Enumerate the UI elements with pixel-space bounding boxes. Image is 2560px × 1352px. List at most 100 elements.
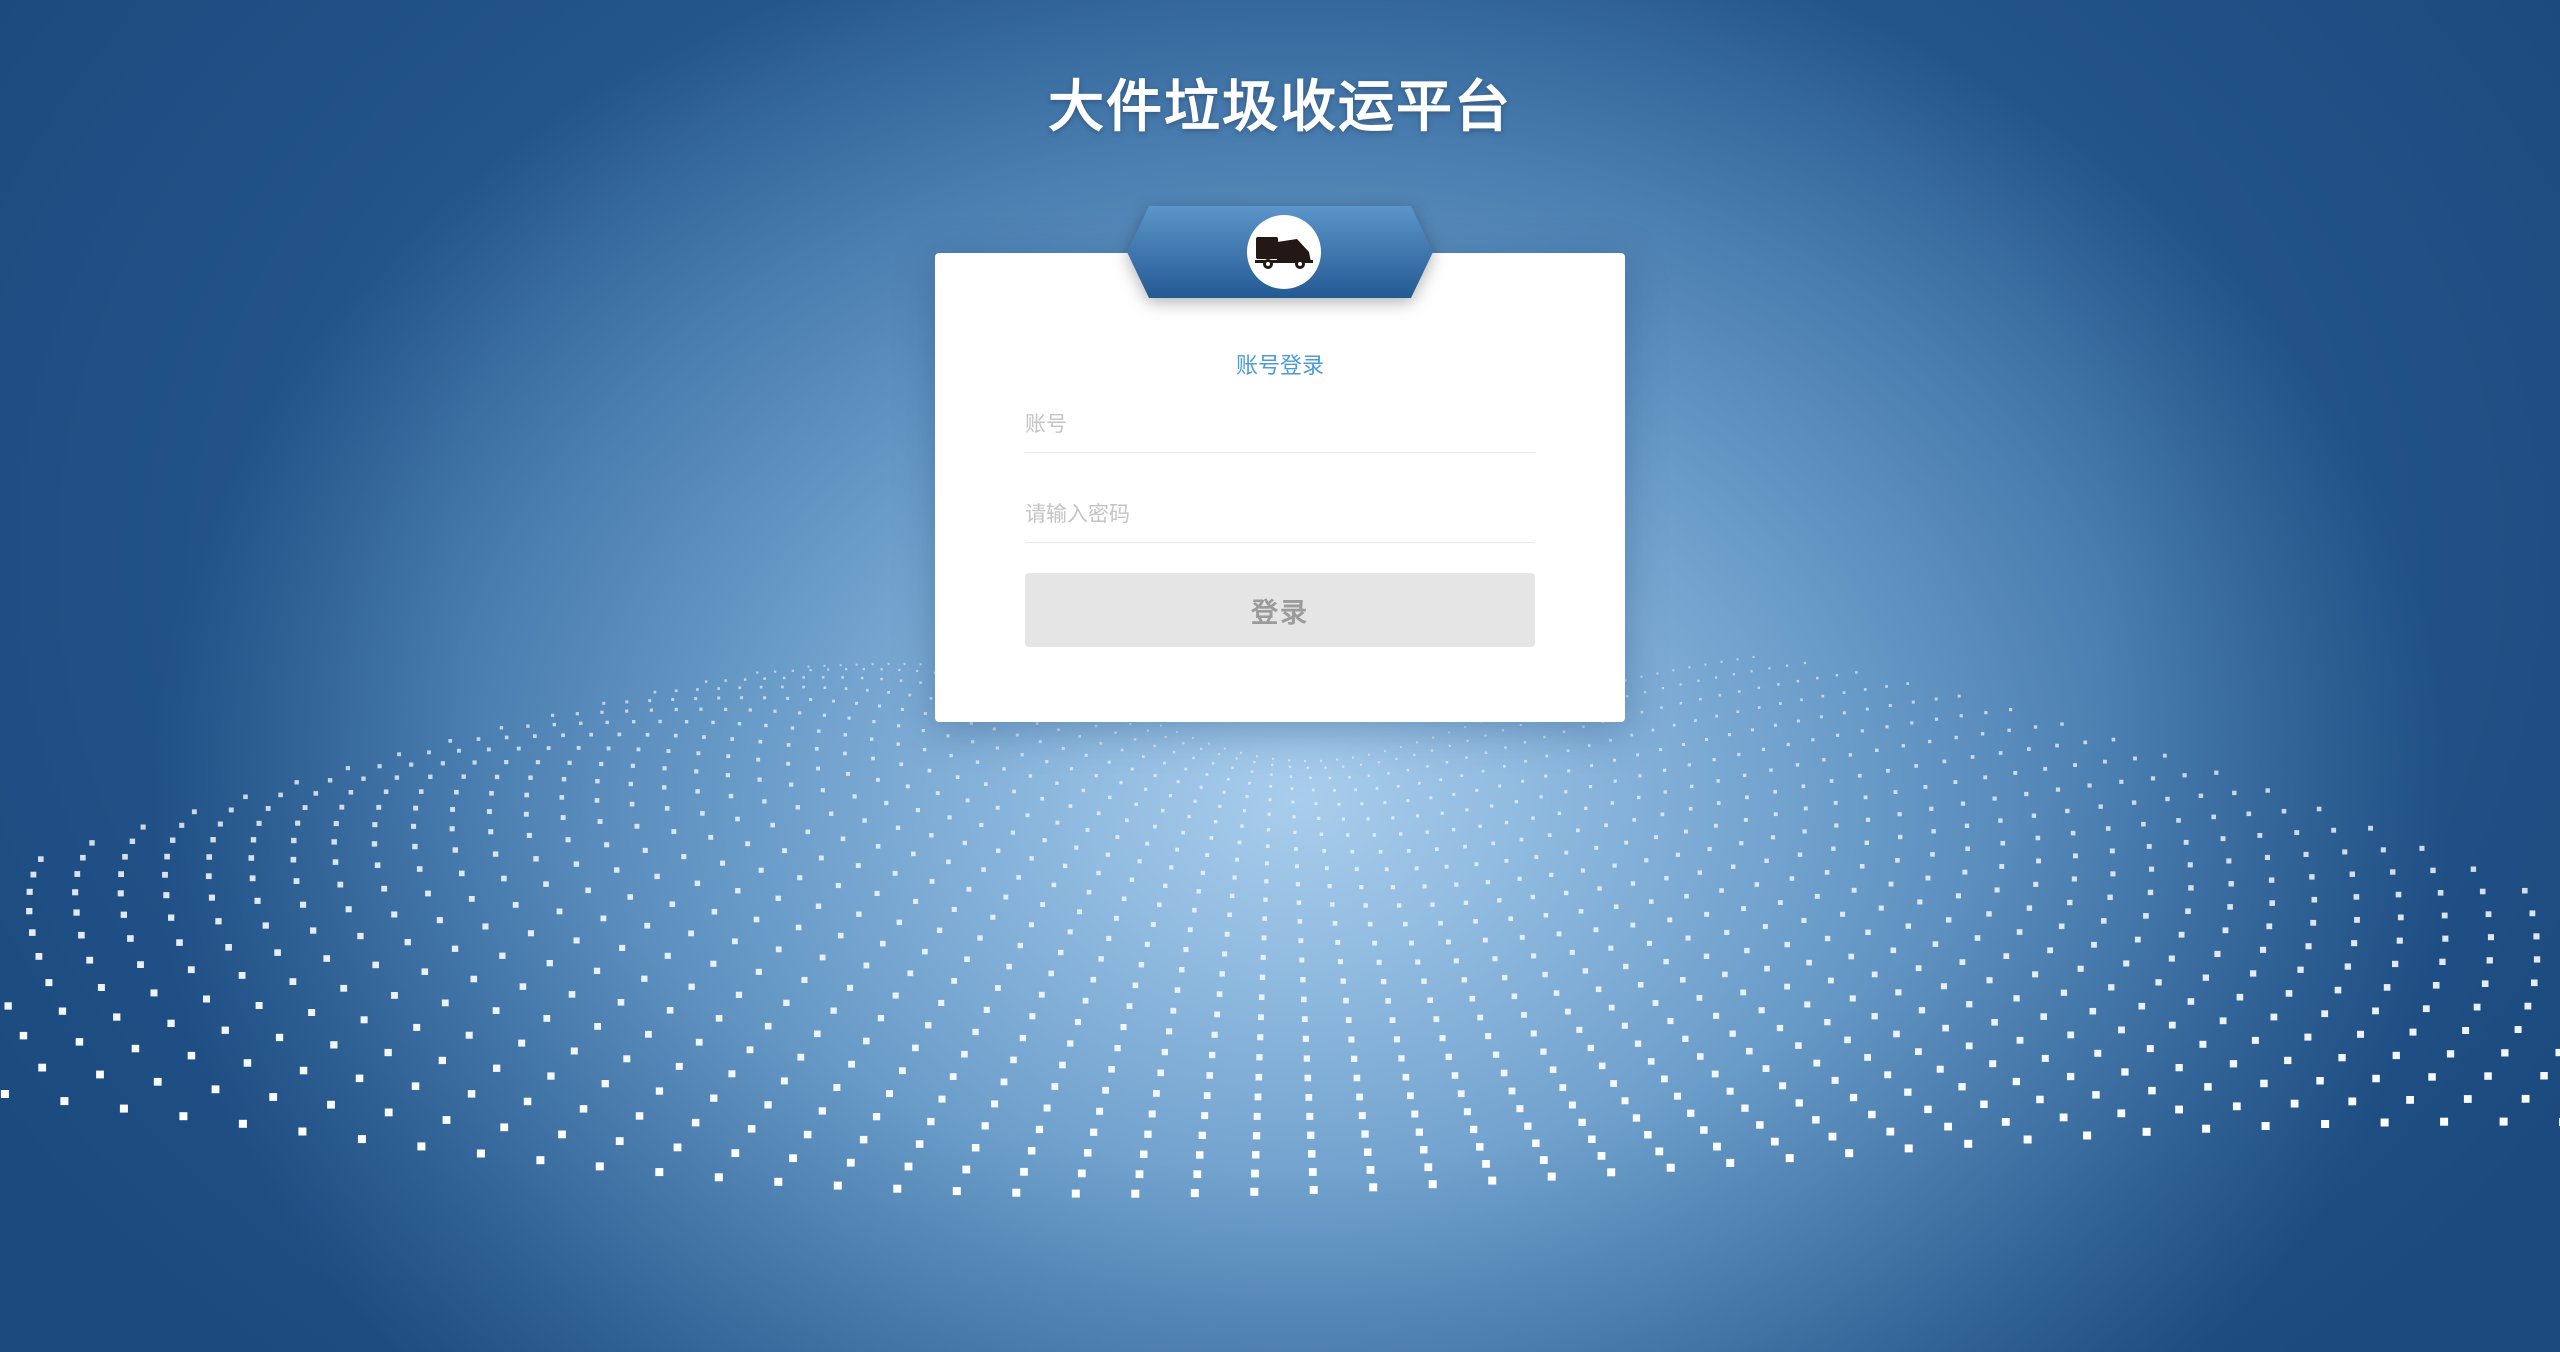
wave-particle xyxy=(1346,833,1350,837)
wave-particle xyxy=(523,811,529,817)
wave-particle xyxy=(1958,1083,1966,1091)
wave-particle xyxy=(1169,865,1174,870)
wave-particle xyxy=(1936,1065,1944,1073)
wave-particle xyxy=(1105,852,1110,857)
wave-particle xyxy=(1209,836,1214,840)
wave-particle xyxy=(2013,995,2020,1002)
wave-particle xyxy=(1206,1072,1213,1079)
wave-particle xyxy=(1992,796,1997,801)
wave-particle xyxy=(1299,957,1305,963)
wave-particle xyxy=(840,836,846,842)
password-input[interactable] xyxy=(1025,486,1535,543)
wave-particle xyxy=(938,1095,946,1103)
wave-particle xyxy=(2246,811,2252,817)
wave-particle xyxy=(1175,731,1178,733)
wave-particle xyxy=(743,678,747,681)
wave-particle xyxy=(1453,958,1459,964)
wave-particle xyxy=(1875,748,1879,752)
wave-particle xyxy=(1724,929,1730,935)
wave-particle xyxy=(1340,978,1346,984)
wave-particle xyxy=(2368,825,2373,831)
wave-particle xyxy=(1314,802,1318,806)
wave-particle xyxy=(1193,1170,1202,1179)
wave-particle xyxy=(1027,1147,1036,1155)
wave-particle xyxy=(1199,785,1203,789)
wave-particle xyxy=(1859,864,1865,869)
wave-particle xyxy=(966,886,972,892)
wave-particle xyxy=(1055,781,1059,785)
wave-particle xyxy=(238,1119,247,1128)
wave-particle xyxy=(60,1097,69,1106)
wave-particle xyxy=(372,961,379,969)
wave-particle xyxy=(120,911,127,918)
wave-particle xyxy=(961,1050,968,1058)
wave-particle xyxy=(2110,871,2116,877)
wave-particle xyxy=(1260,954,1266,960)
wave-particle xyxy=(516,746,521,751)
wave-particle xyxy=(2499,1117,2508,1126)
wave-particle xyxy=(2269,900,2275,906)
wave-particle xyxy=(2123,960,2130,967)
wave-particle xyxy=(1851,887,1857,893)
wave-particle xyxy=(1962,869,1968,875)
wave-particle xyxy=(1193,799,1197,803)
wave-particle xyxy=(1307,1131,1315,1139)
login-button[interactable]: 登录 xyxy=(1025,573,1535,647)
wave-particle xyxy=(1354,867,1359,872)
wave-particle xyxy=(1608,1004,1615,1011)
wave-particle xyxy=(425,890,431,897)
wave-particle xyxy=(2229,1060,2238,1068)
page-title: 大件垃圾收运平台 xyxy=(1048,75,1512,140)
wave-particle xyxy=(500,1123,509,1132)
wave-particle xyxy=(605,720,609,725)
wave-particle xyxy=(2098,804,2103,809)
wave-particle xyxy=(1649,899,1654,904)
wave-particle xyxy=(1562,730,1566,734)
wave-particle xyxy=(1679,702,1683,705)
wave-particle xyxy=(1640,675,1643,678)
account-input[interactable] xyxy=(1025,396,1535,453)
wave-particle xyxy=(1252,1132,1261,1140)
wave-particle xyxy=(1871,1013,1878,1020)
wave-particle xyxy=(1769,768,1773,772)
wave-particle xyxy=(1663,958,1669,965)
wave-particle xyxy=(1492,1051,1500,1058)
wave-particle xyxy=(1035,722,1039,725)
wave-particle xyxy=(1261,935,1267,941)
wave-particle xyxy=(1684,829,1688,834)
wave-particle xyxy=(1842,691,1846,694)
wave-particle xyxy=(1580,868,1585,873)
wave-particle xyxy=(1157,902,1162,908)
wave-particle xyxy=(1217,753,1221,756)
wave-particle xyxy=(1624,840,1629,845)
wave-particle xyxy=(1543,913,1549,918)
wave-particle xyxy=(818,1107,826,1115)
wave-particle xyxy=(684,720,689,724)
wave-particle xyxy=(2187,862,2193,868)
wave-particle xyxy=(1482,1160,1490,1168)
wave-particle xyxy=(995,985,1001,991)
wave-particle xyxy=(1543,735,1546,739)
wave-particle xyxy=(243,1059,252,1067)
wave-particle xyxy=(1534,855,1539,859)
wave-particle xyxy=(844,687,848,690)
wave-particle xyxy=(632,720,636,724)
wave-particle xyxy=(2211,814,2216,820)
wave-particle xyxy=(1428,1180,1437,1189)
wave-particle xyxy=(2073,853,2078,859)
wave-particle xyxy=(1736,658,1739,661)
wave-particle xyxy=(2334,986,2342,994)
wave-particle xyxy=(2071,876,2077,882)
wave-particle xyxy=(2311,896,2318,903)
wave-particle xyxy=(568,991,576,998)
wave-particle xyxy=(1125,818,1129,823)
wave-particle xyxy=(1440,811,1444,815)
wave-particle xyxy=(627,894,633,900)
wave-particle xyxy=(2284,1056,2292,1065)
wave-particle xyxy=(1966,1001,1973,1008)
wave-particle xyxy=(644,922,651,929)
wave-particle xyxy=(535,760,540,765)
wave-particle xyxy=(699,707,703,711)
wave-particle xyxy=(127,935,134,942)
wave-particle xyxy=(96,1070,104,1079)
